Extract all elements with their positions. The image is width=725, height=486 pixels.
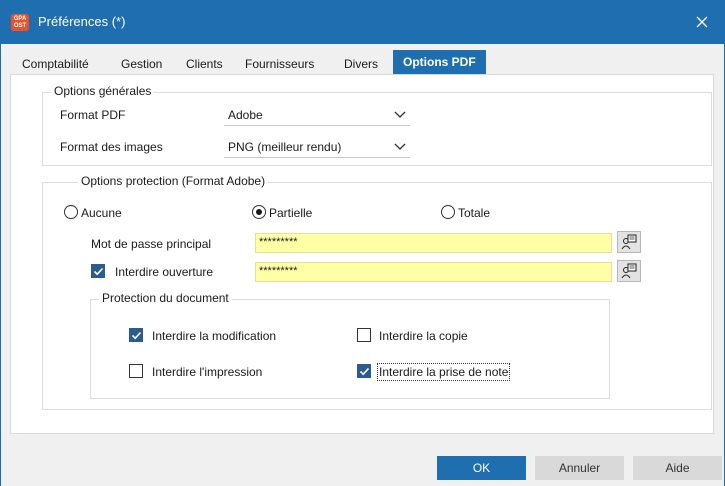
radio-partielle-label: Partielle [269,206,313,220]
format-images-label: Format des images [60,140,163,154]
forbid-notes-label: Interdire la prise de note [376,363,511,381]
forbid-copy-checkbox[interactable] [357,328,371,342]
format-images-select[interactable]: PNG (meilleur rendu) [224,136,410,158]
forbid-open-label: Interdire ouverture [115,265,214,279]
forbid-modification-label: Interdire la modification [152,329,277,343]
forbid-print-label: Interdire l'impression [152,365,263,379]
checkmark-icon [131,331,142,340]
document-protection-label: Protection du document [99,291,232,305]
tab-gestion[interactable]: Gestion [121,57,162,75]
chevron-down-icon [394,143,406,150]
close-icon [696,16,708,28]
user-list-icon [621,234,637,250]
format-pdf-label: Format PDF [60,108,126,122]
document-protection-group [90,299,610,399]
protection-options-label: Options protection (Format Adobe) [78,174,269,188]
format-images-value: PNG (meilleur rendu) [228,140,342,154]
format-pdf-value: Adobe [228,108,263,122]
chevron-down-icon [394,111,406,118]
help-button[interactable]: Aide [633,456,722,480]
general-options-label: Options générales [51,84,155,98]
tab-fournisseurs[interactable]: Fournisseurs [245,57,314,75]
title-bar: GPA OST Préférences (*) [0,0,725,44]
forbid-copy-label: Interdire la copie [379,329,468,343]
radio-partielle[interactable] [252,205,266,219]
close-button[interactable] [679,0,725,44]
ok-button[interactable]: OK [437,456,526,480]
window-title: Préférences (*) [38,14,126,29]
main-password-picker-button[interactable] [617,231,641,253]
checkmark-icon [359,367,370,376]
forbid-modification-checkbox[interactable] [129,328,143,342]
radio-aucune-label: Aucune [81,206,122,220]
tab-divers[interactable]: Divers [344,57,378,75]
forbid-print-checkbox[interactable] [129,364,143,378]
user-list-icon [621,263,637,279]
tab-clients[interactable]: Clients [186,57,223,75]
main-password-input[interactable]: ********* [255,233,612,253]
tab-options-pdf[interactable]: Options PDF [393,50,486,74]
radio-aucune[interactable] [64,205,78,219]
radio-totale-label: Totale [458,206,491,220]
format-pdf-select[interactable]: Adobe [224,104,410,126]
checkmark-icon [93,267,104,276]
forbid-notes-checkbox[interactable] [357,364,371,378]
forbid-open-checkbox[interactable] [91,264,105,278]
cancel-button[interactable]: Annuler [535,456,624,480]
forbid-open-picker-button[interactable] [617,260,641,282]
forbid-open-password-input[interactable]: ********* [255,262,612,282]
app-logo-icon: GPA OST [11,14,29,31]
main-password-label: Mot de passe principal [91,237,212,251]
radio-totale[interactable] [441,205,455,219]
tab-comptabilite[interactable]: Comptabilité [22,57,89,75]
